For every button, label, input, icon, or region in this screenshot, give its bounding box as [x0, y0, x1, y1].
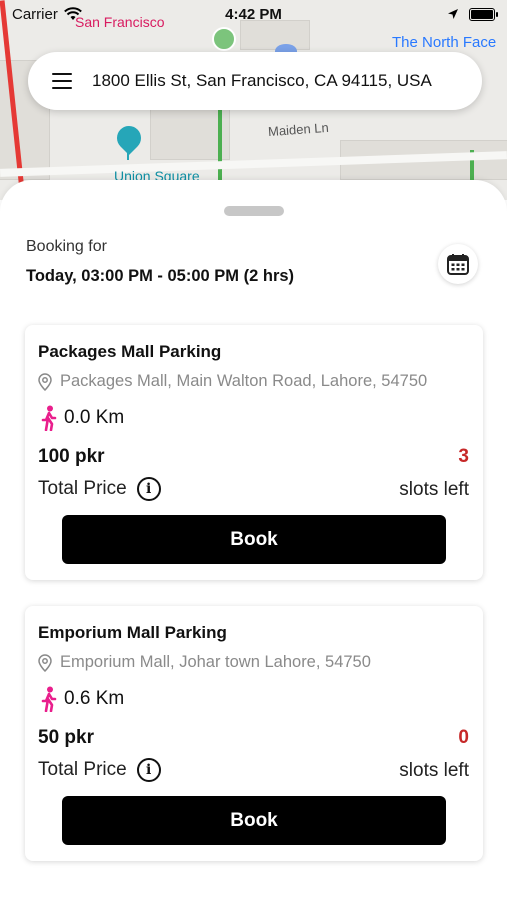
slots-left-label: slots left [399, 760, 469, 781]
calendar-icon [447, 254, 469, 275]
info-icon[interactable]: i [136, 477, 161, 501]
status-time: 4:42 PM [225, 5, 282, 23]
calendar-button[interactable] [438, 244, 478, 284]
total-price-label: Total Price [38, 759, 127, 780]
walking-icon [41, 405, 57, 431]
slots-count: 0 [458, 727, 469, 748]
sheet-drag-handle[interactable] [224, 206, 284, 216]
slots-left-label: slots left [399, 479, 469, 500]
parking-distance: 0.0 Km [64, 407, 125, 428]
map-label-street: Maiden Ln [267, 119, 330, 140]
booking-label: Booking for [26, 238, 107, 255]
parking-name: Emporium Mall Parking [38, 623, 227, 642]
address-search-bar[interactable]: 1800 Ellis St, San Francisco, CA 94115, … [28, 52, 482, 110]
parking-price: 50 pkr [38, 727, 94, 748]
book-button[interactable]: Book [62, 515, 446, 564]
map-label-store: The North Face [392, 34, 497, 51]
status-bar: Carrier 4:42 PM [0, 0, 507, 28]
wifi-icon [63, 7, 82, 20]
parking-address: Packages Mall, Main Walton Road, Lahore,… [60, 372, 428, 390]
total-price-label: Total Price [38, 478, 127, 499]
parking-address: Emporium Mall, Johar town Lahore, 54750 [60, 653, 371, 671]
parking-name: Packages Mall Parking [38, 342, 222, 361]
booking-time-range: Today, 03:00 PM - 05:00 PM (2 hrs) [26, 267, 295, 285]
slots-count: 3 [458, 446, 469, 467]
location-arrow-icon [448, 9, 458, 19]
map-poi-icon[interactable] [212, 27, 236, 51]
bottom-sheet: Booking for Today, 03:00 PM - 05:00 PM (… [0, 180, 507, 900]
location-pin-icon [38, 653, 52, 672]
carrier-label: Carrier [12, 5, 58, 23]
search-address[interactable]: 1800 Ellis St, San Francisco, CA 94115, … [92, 71, 432, 91]
parking-card[interactable]: Packages Mall Parking Packages Mall, Mai… [25, 325, 483, 580]
map-pin-icon[interactable] [112, 121, 146, 155]
info-icon[interactable]: i [136, 758, 161, 782]
parking-card[interactable]: Emporium Mall Parking Emporium Mall, Joh… [25, 606, 483, 861]
map-pin-stem [127, 148, 129, 160]
location-pin-icon [38, 372, 52, 391]
menu-icon[interactable] [52, 73, 72, 89]
parking-price: 100 pkr [38, 446, 105, 467]
battery-icon [469, 7, 498, 21]
book-button[interactable]: Book [62, 796, 446, 845]
parking-distance: 0.6 Km [64, 688, 125, 709]
walking-icon [41, 686, 57, 712]
